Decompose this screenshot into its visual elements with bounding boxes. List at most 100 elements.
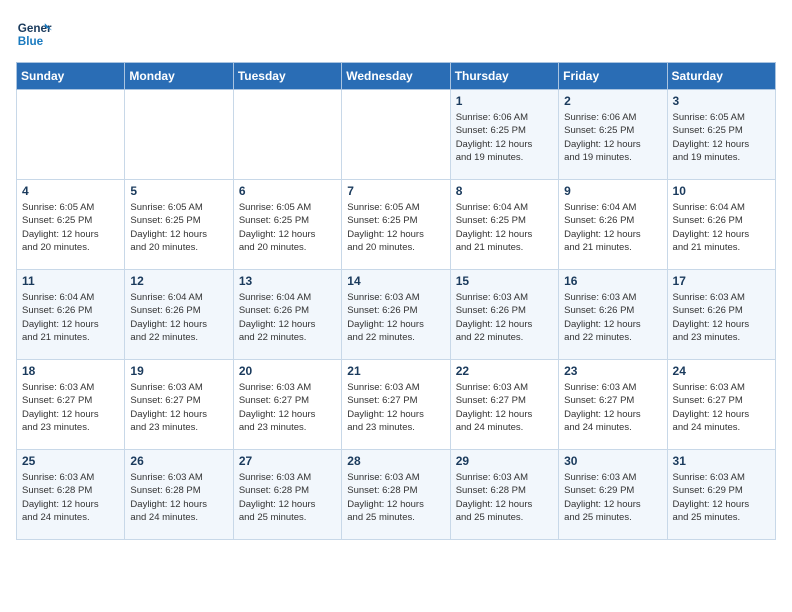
calendar-cell: 2 Sunrise: 6:06 AM Sunset: 6:25 PM Daylig… (559, 90, 667, 180)
calendar-cell: 8 Sunrise: 6:04 AM Sunset: 6:25 PM Daylig… (450, 180, 558, 270)
calendar-week-row: 1 Sunrise: 6:06 AM Sunset: 6:25 PM Daylig… (17, 90, 776, 180)
day-info: Sunrise: 6:03 AM Sunset: 6:27 PM Dayligh… (673, 381, 770, 434)
day-number: 15 (456, 274, 553, 288)
weekday-header: Tuesday (233, 63, 341, 90)
day-info: Sunrise: 6:06 AM Sunset: 6:25 PM Dayligh… (564, 111, 661, 164)
day-number: 5 (130, 184, 227, 198)
calendar-week-row: 25 Sunrise: 6:03 AM Sunset: 6:28 PM Dayli… (17, 450, 776, 540)
svg-text:Blue: Blue (18, 35, 44, 48)
calendar-cell: 9 Sunrise: 6:04 AM Sunset: 6:26 PM Daylig… (559, 180, 667, 270)
calendar-cell: 23 Sunrise: 6:03 AM Sunset: 6:27 PM Dayli… (559, 360, 667, 450)
day-number: 13 (239, 274, 336, 288)
day-info: Sunrise: 6:05 AM Sunset: 6:25 PM Dayligh… (673, 111, 770, 164)
day-number: 28 (347, 454, 444, 468)
calendar-header: SundayMondayTuesdayWednesdayThursdayFrid… (17, 63, 776, 90)
day-number: 23 (564, 364, 661, 378)
day-info: Sunrise: 6:03 AM Sunset: 6:26 PM Dayligh… (347, 291, 444, 344)
day-info: Sunrise: 6:05 AM Sunset: 6:25 PM Dayligh… (347, 201, 444, 254)
calendar-cell: 20 Sunrise: 6:03 AM Sunset: 6:27 PM Dayli… (233, 360, 341, 450)
weekday-header: Wednesday (342, 63, 450, 90)
day-info: Sunrise: 6:03 AM Sunset: 6:27 PM Dayligh… (564, 381, 661, 434)
day-number: 3 (673, 94, 770, 108)
day-number: 8 (456, 184, 553, 198)
day-number: 12 (130, 274, 227, 288)
day-info: Sunrise: 6:03 AM Sunset: 6:26 PM Dayligh… (564, 291, 661, 344)
day-info: Sunrise: 6:04 AM Sunset: 6:26 PM Dayligh… (22, 291, 119, 344)
weekday-header: Saturday (667, 63, 775, 90)
day-number: 10 (673, 184, 770, 198)
weekday-header: Monday (125, 63, 233, 90)
day-info: Sunrise: 6:04 AM Sunset: 6:26 PM Dayligh… (564, 201, 661, 254)
day-number: 11 (22, 274, 119, 288)
calendar-cell: 5 Sunrise: 6:05 AM Sunset: 6:25 PM Daylig… (125, 180, 233, 270)
day-number: 21 (347, 364, 444, 378)
day-info: Sunrise: 6:04 AM Sunset: 6:26 PM Dayligh… (239, 291, 336, 344)
day-info: Sunrise: 6:04 AM Sunset: 6:25 PM Dayligh… (456, 201, 553, 254)
calendar-cell: 13 Sunrise: 6:04 AM Sunset: 6:26 PM Dayli… (233, 270, 341, 360)
calendar-cell: 28 Sunrise: 6:03 AM Sunset: 6:28 PM Dayli… (342, 450, 450, 540)
calendar-cell: 29 Sunrise: 6:03 AM Sunset: 6:28 PM Dayli… (450, 450, 558, 540)
day-number: 6 (239, 184, 336, 198)
day-number: 2 (564, 94, 661, 108)
calendar-cell: 14Sunrise: 6:03 AM Sunset: 6:26 PM Dayli… (342, 270, 450, 360)
calendar-cell (342, 90, 450, 180)
calendar-week-row: 11 Sunrise: 6:04 AM Sunset: 6:26 PM Dayli… (17, 270, 776, 360)
day-number: 17 (673, 274, 770, 288)
day-info: Sunrise: 6:03 AM Sunset: 6:28 PM Dayligh… (130, 471, 227, 524)
calendar-cell: 26Sunrise: 6:03 AM Sunset: 6:28 PM Dayli… (125, 450, 233, 540)
day-info: Sunrise: 6:03 AM Sunset: 6:28 PM Dayligh… (456, 471, 553, 524)
day-number: 19 (130, 364, 227, 378)
logo: General Blue (16, 16, 52, 52)
calendar-cell: 18Sunrise: 6:03 AM Sunset: 6:27 PM Dayli… (17, 360, 125, 450)
day-number: 31 (673, 454, 770, 468)
calendar-cell (125, 90, 233, 180)
day-info: Sunrise: 6:06 AM Sunset: 6:25 PM Dayligh… (456, 111, 553, 164)
calendar-cell: 31Sunrise: 6:03 AM Sunset: 6:29 PM Dayli… (667, 450, 775, 540)
day-number: 18 (22, 364, 119, 378)
day-info: Sunrise: 6:05 AM Sunset: 6:25 PM Dayligh… (130, 201, 227, 254)
calendar-cell: 22Sunrise: 6:03 AM Sunset: 6:27 PM Dayli… (450, 360, 558, 450)
calendar-cell: 4 Sunrise: 6:05 AM Sunset: 6:25 PM Daylig… (17, 180, 125, 270)
logo-icon: General Blue (16, 16, 52, 52)
day-info: Sunrise: 6:05 AM Sunset: 6:25 PM Dayligh… (239, 201, 336, 254)
day-info: Sunrise: 6:04 AM Sunset: 6:26 PM Dayligh… (130, 291, 227, 344)
calendar-cell: 27 Sunrise: 6:03 AM Sunset: 6:28 PM Dayli… (233, 450, 341, 540)
calendar-cell: 25Sunrise: 6:03 AM Sunset: 6:28 PM Dayli… (17, 450, 125, 540)
day-number: 16 (564, 274, 661, 288)
calendar-cell: 11 Sunrise: 6:04 AM Sunset: 6:26 PM Dayli… (17, 270, 125, 360)
day-info: Sunrise: 6:03 AM Sunset: 6:28 PM Dayligh… (239, 471, 336, 524)
calendar-cell: 10 Sunrise: 6:04 AM Sunset: 6:26 PM Dayli… (667, 180, 775, 270)
calendar-cell: 1 Sunrise: 6:06 AM Sunset: 6:25 PM Daylig… (450, 90, 558, 180)
day-info: Sunrise: 6:05 AM Sunset: 6:25 PM Dayligh… (22, 201, 119, 254)
day-info: Sunrise: 6:03 AM Sunset: 6:29 PM Dayligh… (564, 471, 661, 524)
page-header: General Blue (16, 16, 776, 52)
calendar-cell: 15 Sunrise: 6:03 AM Sunset: 6:26 PM Dayli… (450, 270, 558, 360)
day-info: Sunrise: 6:03 AM Sunset: 6:28 PM Dayligh… (347, 471, 444, 524)
calendar-cell: 16 Sunrise: 6:03 AM Sunset: 6:26 PM Dayli… (559, 270, 667, 360)
svg-text:General: General (18, 22, 52, 35)
day-number: 1 (456, 94, 553, 108)
day-number: 27 (239, 454, 336, 468)
day-number: 9 (564, 184, 661, 198)
day-info: Sunrise: 6:03 AM Sunset: 6:27 PM Dayligh… (130, 381, 227, 434)
weekday-header: Friday (559, 63, 667, 90)
day-number: 25 (22, 454, 119, 468)
calendar-cell: 19 Sunrise: 6:03 AM Sunset: 6:27 PM Dayli… (125, 360, 233, 450)
day-number: 4 (22, 184, 119, 198)
calendar-cell (233, 90, 341, 180)
weekday-header: Sunday (17, 63, 125, 90)
calendar-cell: 7 Sunrise: 6:05 AM Sunset: 6:25 PM Daylig… (342, 180, 450, 270)
day-info: Sunrise: 6:03 AM Sunset: 6:26 PM Dayligh… (456, 291, 553, 344)
calendar-week-row: 18 Sunrise: 6:03 AM Sunset: 6:27 PM Dayli… (17, 360, 776, 450)
day-number: 29 (456, 454, 553, 468)
day-number: 7 (347, 184, 444, 198)
calendar-cell: 3 Sunrise: 6:05 AM Sunset: 6:25 PM Daylig… (667, 90, 775, 180)
calendar-cell (17, 90, 125, 180)
calendar-cell: 24Sunrise: 6:03 AM Sunset: 6:27 PM Dayli… (667, 360, 775, 450)
day-number: 20 (239, 364, 336, 378)
day-info: Sunrise: 6:04 AM Sunset: 6:26 PM Dayligh… (673, 201, 770, 254)
calendar-cell: 30Sunrise: 6:03 AM Sunset: 6:29 PM Dayli… (559, 450, 667, 540)
day-info: Sunrise: 6:03 AM Sunset: 6:27 PM Dayligh… (239, 381, 336, 434)
calendar-cell: 12 Sunrise: 6:04 AM Sunset: 6:26 PM Dayli… (125, 270, 233, 360)
calendar-cell: 21Sunrise: 6:03 AM Sunset: 6:27 PM Dayli… (342, 360, 450, 450)
